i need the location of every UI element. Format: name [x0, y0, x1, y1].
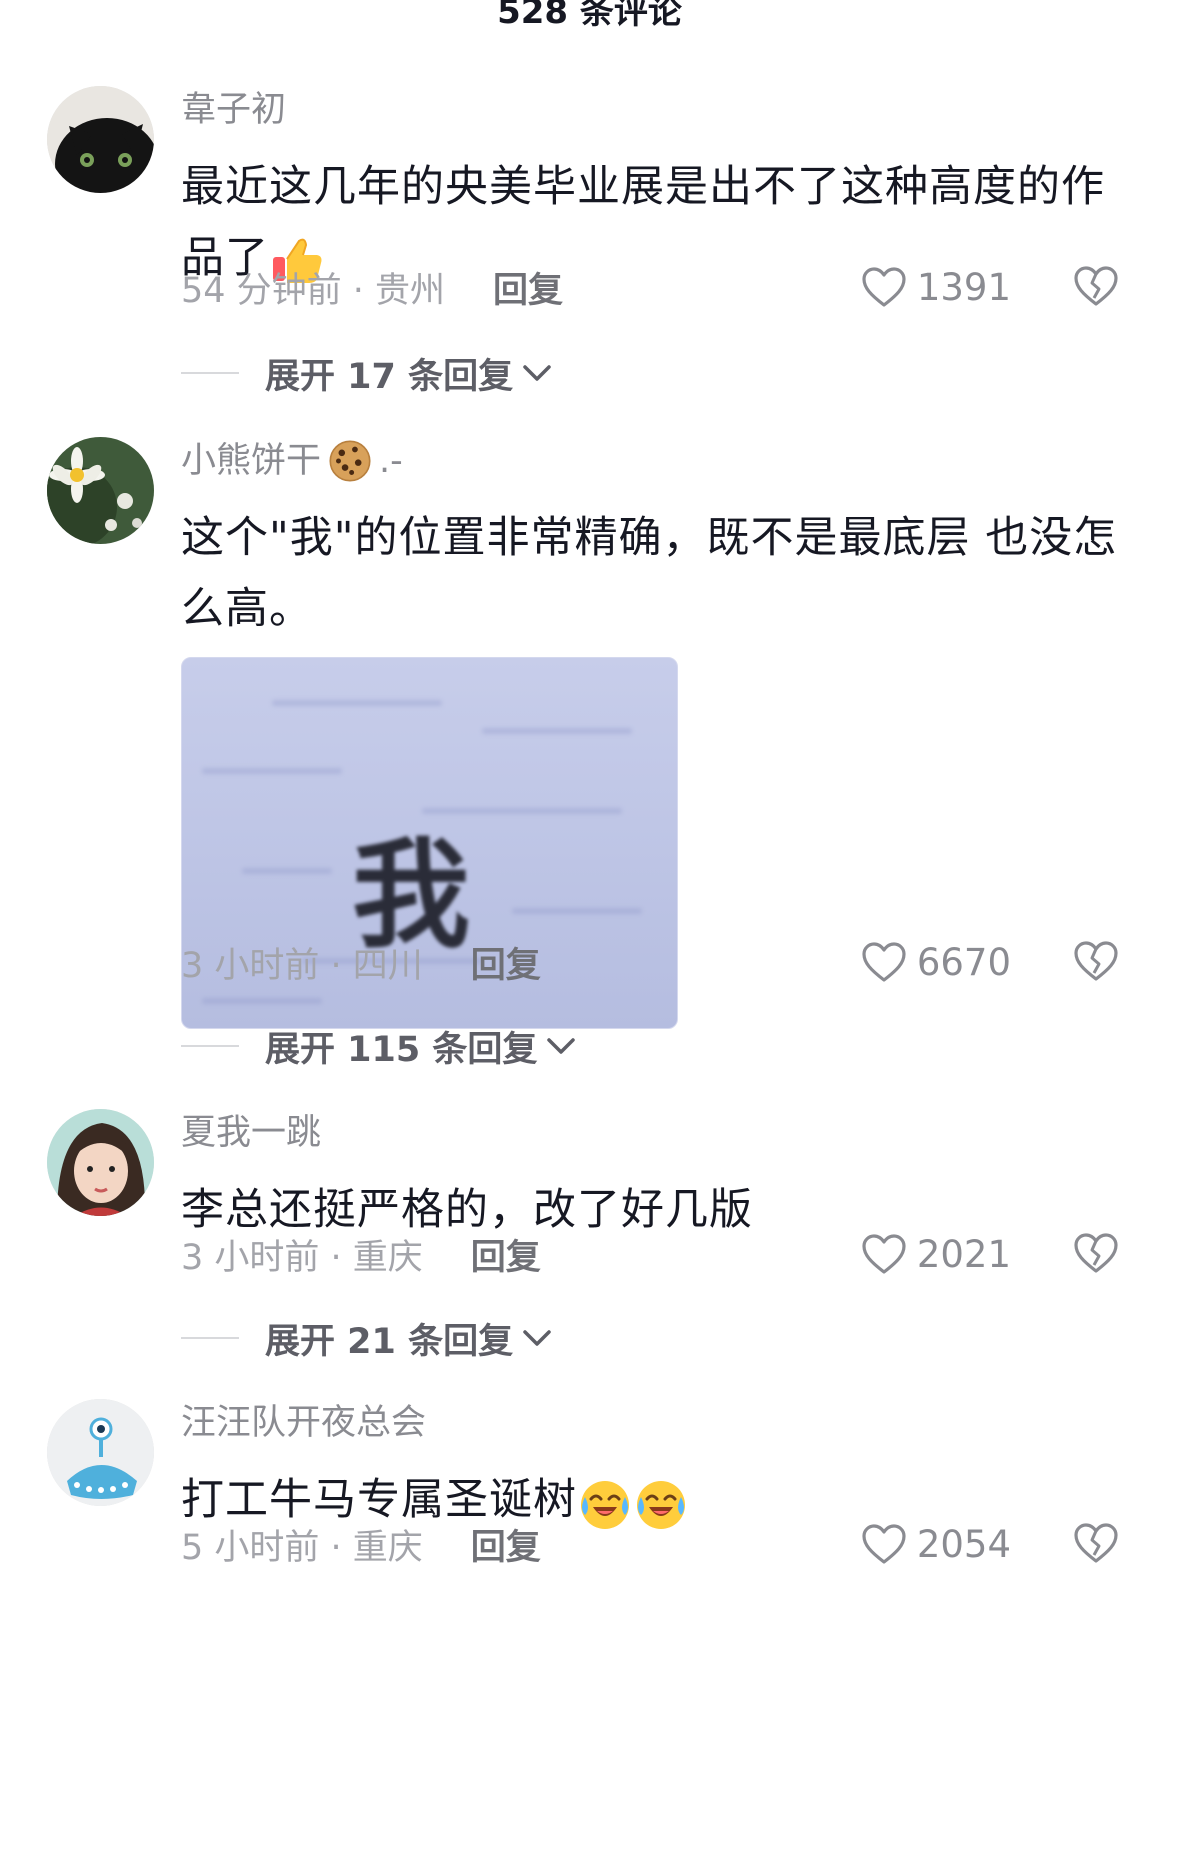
comment-body: 夏我一跳 李总还挺严格的，改了好几版 — [181, 1109, 1119, 1246]
broken-heart-icon — [1074, 1523, 1118, 1563]
username-text: 小熊饼干 — [181, 441, 322, 481]
comments-count-title: 528 条评论 — [497, 0, 682, 32]
comment-username[interactable]: 汪汪队开夜总会 — [181, 1399, 1119, 1447]
heart-icon — [862, 942, 906, 982]
divider-line — [181, 372, 239, 374]
chevron-down-icon — [523, 1330, 551, 1346]
username-text: 韋子初 — [181, 90, 287, 130]
dislike-button[interactable] — [1073, 265, 1119, 316]
comment-meta: 3 小时前 · 四川 回复 6670 — [181, 937, 1119, 987]
cookie-icon — [327, 438, 373, 484]
expand-replies-button[interactable]: 展开 17 条回复 — [181, 348, 553, 398]
heart-icon — [862, 1234, 906, 1274]
dislike-button[interactable] — [1073, 1232, 1119, 1283]
expand-replies-label: 展开 21 条回复 — [265, 1321, 514, 1362]
comment-text: 这个"我"的位置非常精确，既不是最底层 也没怎么高。 — [181, 503, 1119, 645]
avatar[interactable] — [47, 1399, 154, 1506]
avatar[interactable] — [47, 1109, 154, 1216]
like-button[interactable]: 2021 — [861, 1233, 1011, 1276]
comment-text-content: 这个"我"的位置非常精确，既不是最底层 也没怎么高。 — [181, 513, 1118, 634]
reply-button[interactable]: 回复 — [471, 937, 541, 988]
chevron-down-icon — [547, 1038, 576, 1054]
reply-button[interactable]: 回复 — [471, 1229, 541, 1280]
like-button[interactable]: 1391 — [861, 266, 1011, 309]
comment-time-location: 54 分钟前 · 贵州 — [181, 270, 446, 311]
like-count: 2021 — [916, 1232, 1011, 1276]
heart-icon — [862, 1524, 906, 1564]
chevron-down-icon — [523, 365, 551, 381]
comment-username[interactable]: 夏我一跳 — [181, 1109, 1119, 1157]
dislike-button[interactable] — [1073, 940, 1119, 991]
like-count: 1391 — [916, 265, 1011, 309]
expand-replies-button[interactable]: 展开 115 条回复 — [181, 1021, 577, 1071]
broken-heart-icon — [1074, 266, 1118, 306]
dislike-button[interactable] — [1073, 1522, 1119, 1573]
avatar[interactable] — [47, 86, 154, 193]
comment-username[interactable]: 韋子初 — [181, 86, 1119, 134]
expand-replies-label: 展开 115 条回复 — [265, 1029, 538, 1070]
comment-text-content: 打工牛马专属圣诞树 — [181, 1475, 577, 1525]
divider-line — [181, 1337, 239, 1339]
comment-meta: 54 分钟前 · 贵州 回复 1391 — [181, 262, 1119, 312]
heart-icon — [862, 267, 906, 307]
reply-button[interactable]: 回复 — [471, 1519, 541, 1570]
like-count: 2054 — [916, 1522, 1011, 1566]
broken-heart-icon — [1074, 1233, 1118, 1273]
like-button[interactable]: 6670 — [861, 941, 1011, 984]
comment-meta: 5 小时前 · 重庆 回复 2054 — [181, 1519, 1119, 1569]
broken-heart-icon — [1074, 941, 1118, 981]
comment-meta: 3 小时前 · 重庆 回复 2021 — [181, 1229, 1119, 1279]
like-count: 6670 — [916, 940, 1011, 984]
expand-replies-button[interactable]: 展开 21 条回复 — [181, 1313, 553, 1363]
expand-replies-label: 展开 17 条回复 — [265, 356, 514, 397]
reply-button[interactable]: 回复 — [493, 262, 563, 313]
username-text: 夏我一跳 — [181, 1113, 322, 1153]
username-suffix: .- — [379, 441, 403, 481]
comment-body: 汪汪队开夜总会 打工牛马专属圣诞树 — [181, 1399, 1119, 1536]
divider-line — [181, 1045, 239, 1047]
username-text: 汪汪队开夜总会 — [181, 1403, 427, 1443]
avatar[interactable] — [47, 437, 154, 544]
comment-text-content: 李总还挺严格的，改了好几版 — [181, 1185, 753, 1235]
comment-time-location: 3 小时前 · 重庆 — [181, 1237, 423, 1278]
comment-username[interactable]: 小熊饼干 .- — [181, 437, 1119, 485]
comment-time-location: 5 小时前 · 重庆 — [181, 1527, 423, 1568]
like-button[interactable]: 2054 — [861, 1523, 1011, 1566]
comment-time-location: 3 小时前 · 四川 — [181, 945, 423, 986]
